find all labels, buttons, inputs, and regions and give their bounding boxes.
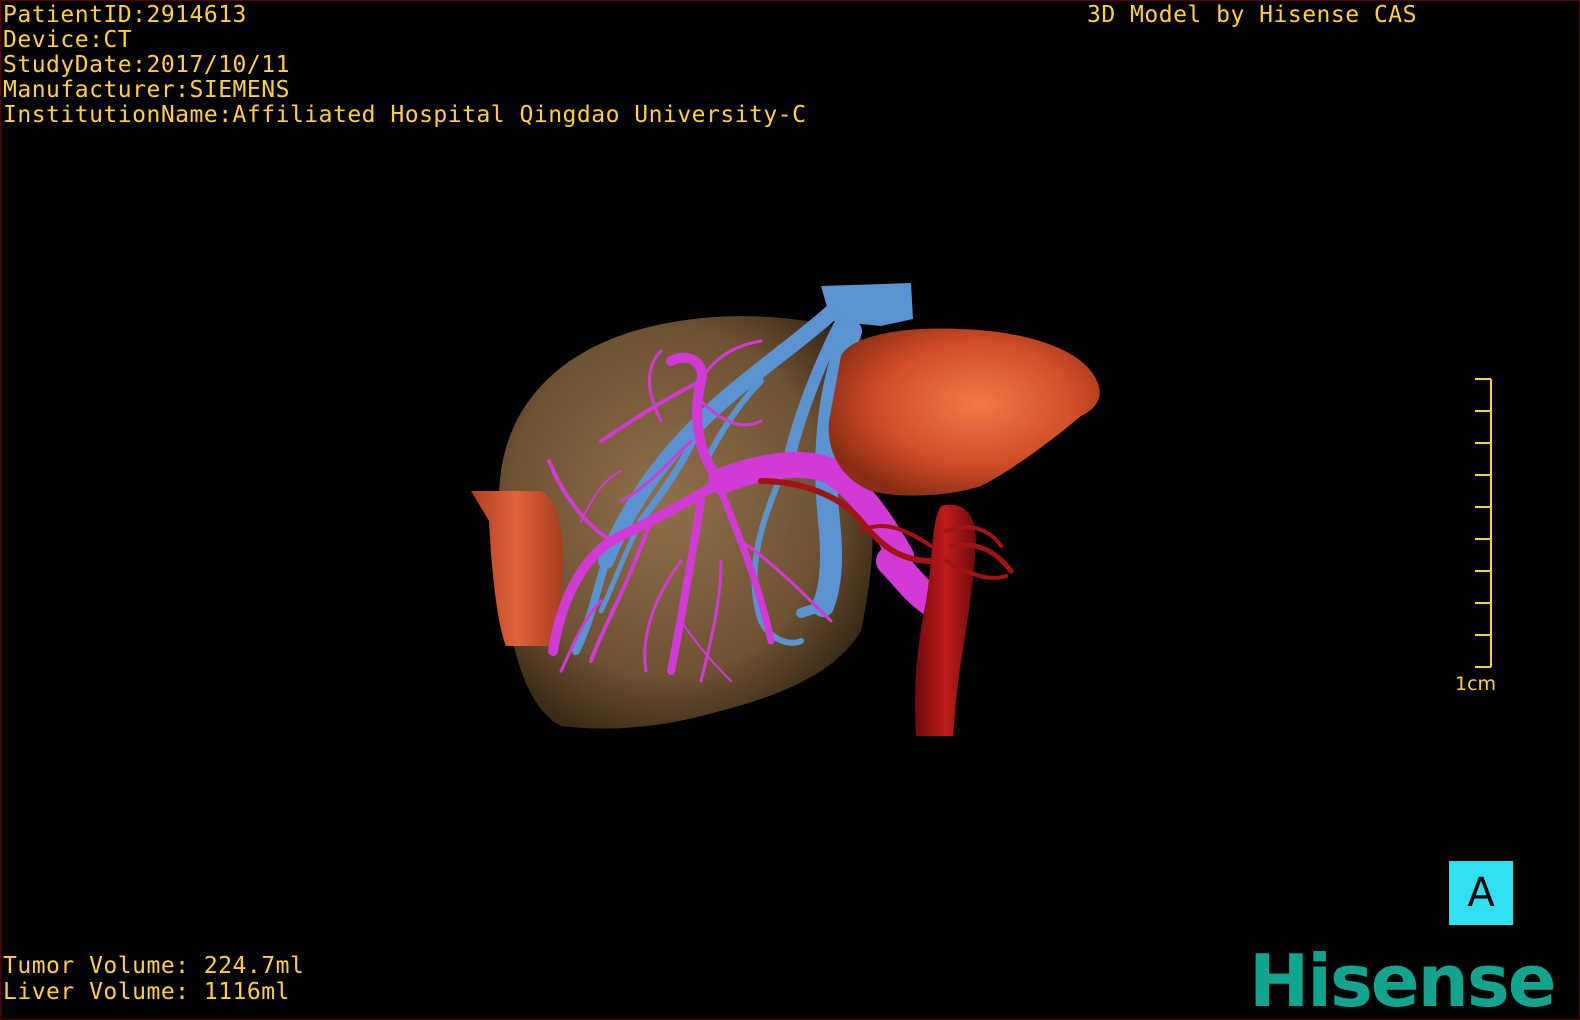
model-credit: 3D Model by Hisense CAS <box>1087 2 1417 28</box>
hisense-logo: Hisense <box>1249 939 1557 1020</box>
scale-bar-label: 1cm <box>1455 673 1497 695</box>
3d-viewport[interactable]: PatientID:2914613 Device:CT StudyDate:20… <box>0 0 1580 1020</box>
device: Device:CT <box>3 27 133 53</box>
scale-bar <box>1475 378 1492 668</box>
manufacturer: Manufacturer:SIEMENS <box>3 77 290 103</box>
liver-volume: Liver Volume: 1116ml <box>3 979 290 1005</box>
dicom-info-overlay: PatientID:2914613 Device:CT StudyDate:20… <box>3 3 806 128</box>
tumor-volume: Tumor Volume: 224.7ml <box>3 953 305 979</box>
volume-readout: Tumor Volume: 224.7ml Liver Volume: 1116… <box>3 953 304 1005</box>
right-organ <box>828 328 1100 496</box>
study-date: StudyDate:2017/10/11 <box>3 52 290 78</box>
left-organ <box>471 491 563 646</box>
liver-3d-model[interactable] <box>1 1 1580 1020</box>
institution-name: InstitutionName:Affiliated Hospital Qing… <box>3 102 807 128</box>
patient-id: PatientID:2914613 <box>3 2 247 28</box>
orientation-marker[interactable]: A <box>1449 861 1513 925</box>
